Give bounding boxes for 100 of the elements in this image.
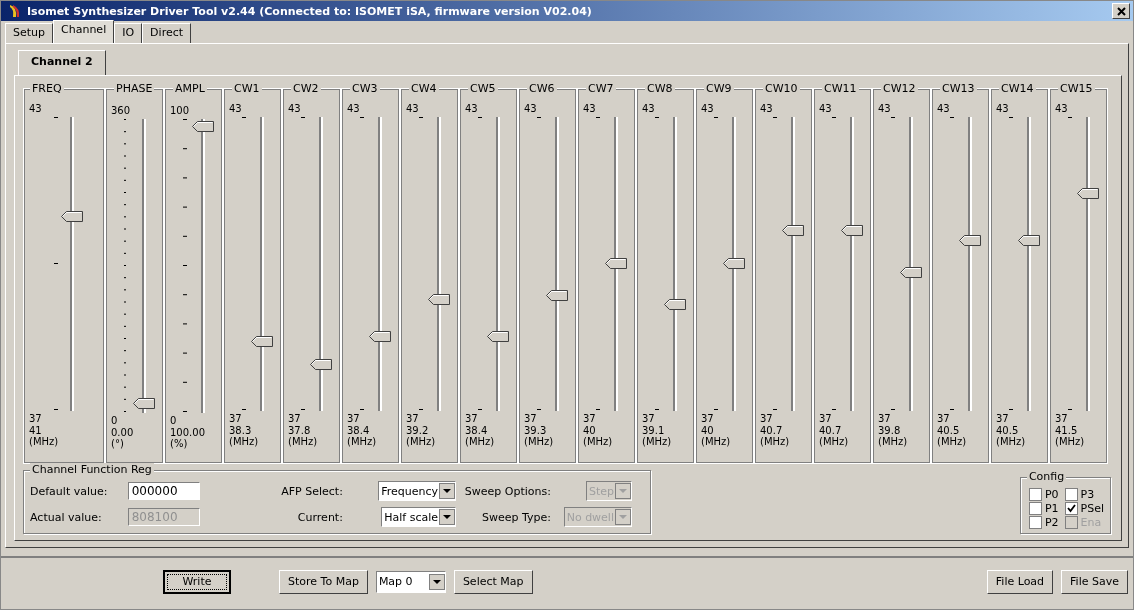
max-label: 43 (524, 103, 538, 115)
value-label: 38.4 (465, 425, 489, 436)
slider-label: AMPL (173, 82, 207, 95)
min-label: 37 (760, 413, 774, 425)
slider-label: CW4 (409, 82, 439, 95)
tab[interactable]: IO (114, 23, 143, 43)
slider-thumb[interactable] (664, 299, 686, 311)
slider-thumb[interactable] (251, 335, 273, 347)
value-label: 39.3 (524, 425, 548, 436)
slider-thumb[interactable] (605, 257, 627, 269)
max-label: 43 (288, 103, 302, 115)
checkbox-label: P0 (1044, 488, 1059, 501)
min-label: 37 (524, 413, 538, 425)
max-label: 43 (701, 103, 715, 115)
value-label: 40.7 (819, 425, 843, 436)
slider-label: PHASE (114, 82, 155, 95)
slider-thumb[interactable] (192, 121, 214, 132)
checkbox-label: P3 (1080, 488, 1095, 501)
max-label: 43 (996, 103, 1010, 115)
checkbox[interactable] (1028, 488, 1042, 501)
slider-thumb[interactable] (841, 225, 863, 237)
min-label: 37 (878, 413, 892, 425)
max-label: 100 (170, 105, 191, 117)
slider-label: CW7 (586, 82, 616, 95)
unit-label: (°) (111, 438, 125, 449)
field-label: Actual value: (30, 510, 103, 524)
unit-label: (MHz) (347, 436, 378, 447)
group-title: Channel Function Reg (30, 463, 154, 476)
unit-label: (MHz) (937, 436, 968, 447)
select-map-button[interactable]: Select Map (453, 569, 533, 594)
value-label: 40.5 (996, 425, 1020, 436)
tab[interactable]: Direct (142, 23, 192, 43)
slider-thumb[interactable] (546, 289, 568, 301)
unit-label: (MHz) (819, 436, 850, 447)
unit-label: (MHz) (760, 436, 791, 447)
input-field[interactable]: 000000 (127, 482, 200, 500)
unit-label: (MHz) (524, 436, 555, 447)
slider-label: CW14 (999, 82, 1036, 95)
unit-label: (MHz) (288, 436, 319, 447)
close-button[interactable] (1112, 3, 1130, 19)
min-label: 0 (111, 415, 119, 427)
value-label: 37.8 (288, 425, 312, 436)
value-label: 40.7 (760, 425, 784, 436)
file-save-button[interactable]: File Save (1061, 569, 1128, 594)
dropdown[interactable]: Half scale (381, 507, 456, 527)
min-label: 37 (1055, 413, 1069, 425)
slider-thumb[interactable] (369, 331, 391, 343)
max-label: 43 (583, 103, 597, 115)
value-label: 41 (29, 425, 43, 436)
min-label: 37 (347, 413, 361, 425)
slider-label: CW2 (291, 82, 321, 95)
slider-thumb[interactable] (959, 234, 981, 246)
window-title: Isomet Synthesizer Driver Tool v2.44 (Connected to: ISOMET iSA, firmware version V02.04) (27, 4, 592, 18)
slider-thumb[interactable] (428, 294, 450, 306)
tab[interactable]: Channel (53, 20, 115, 43)
slider-thumb[interactable] (310, 359, 332, 371)
dropdown[interactable]: Map 0 (375, 570, 446, 593)
max-label: 43 (642, 103, 656, 115)
group-title: Config (1026, 470, 1067, 483)
slider-label: CW8 (645, 82, 675, 95)
slider-thumb[interactable] (723, 257, 745, 269)
slider-thumb[interactable] (133, 398, 155, 409)
unit-label: (MHz) (996, 436, 1027, 447)
slider-thumb[interactable] (1018, 234, 1040, 246)
unit-label: (MHz) (642, 436, 673, 447)
min-label: 37 (996, 413, 1010, 425)
tab[interactable]: Channel 2 (18, 50, 106, 75)
value-label: 40 (701, 425, 715, 436)
min-label: 37 (406, 413, 420, 425)
slider-label: CW1 (232, 82, 262, 95)
slider-thumb[interactable] (1077, 188, 1099, 200)
max-label: 43 (347, 103, 361, 115)
slider-thumb[interactable] (900, 266, 922, 278)
dropdown[interactable]: Frequency (378, 481, 456, 501)
unit-label: (MHz) (583, 436, 614, 447)
value-label: 39.2 (406, 425, 430, 436)
write-button[interactable]: Write (163, 569, 231, 594)
min-label: 37 (465, 413, 479, 425)
checkbox[interactable] (1028, 502, 1042, 515)
store-button[interactable]: Store To Map (279, 569, 368, 594)
max-label: 43 (1055, 103, 1069, 115)
field-label: Current: (297, 510, 343, 524)
field-label: AFP Select: (281, 484, 343, 498)
value-label: 38.4 (347, 425, 371, 436)
max-label: 43 (229, 103, 243, 115)
slider-thumb[interactable] (487, 331, 509, 343)
checkbox-label: PSel (1080, 502, 1104, 515)
file-load-button[interactable]: File Load (986, 569, 1054, 594)
min-label: 37 (937, 413, 951, 425)
min-label: 37 (229, 413, 243, 425)
field-label: Sweep Options: (464, 484, 551, 498)
value-label: 39.8 (878, 425, 902, 436)
checkbox[interactable] (1064, 502, 1078, 515)
value-label: 39.1 (642, 425, 666, 436)
slider-thumb[interactable] (782, 225, 804, 237)
slider-thumb[interactable] (61, 211, 83, 223)
min-label: 37 (288, 413, 302, 425)
checkbox[interactable] (1028, 516, 1042, 529)
checkbox[interactable] (1064, 488, 1078, 501)
field-label: Sweep Type: (481, 510, 551, 524)
